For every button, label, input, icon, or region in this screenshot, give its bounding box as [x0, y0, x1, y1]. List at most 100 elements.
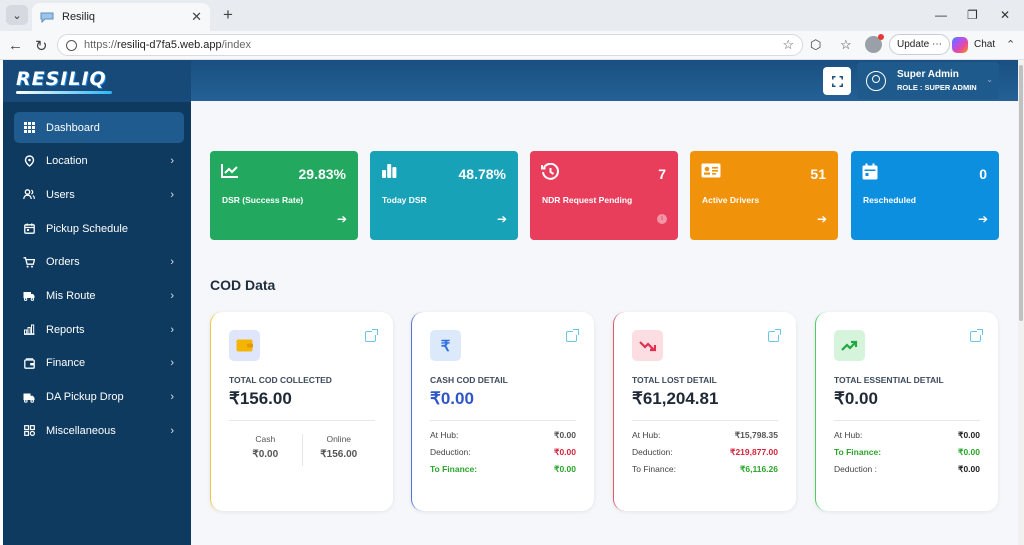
back-arrow-icon[interactable]: ←	[8, 37, 23, 54]
wallet-icon	[229, 330, 260, 361]
sidebar-item-label: Pickup Schedule	[46, 222, 128, 235]
favorite-star-icon[interactable]: ☆	[782, 37, 794, 53]
rupee-icon: ₹	[430, 330, 461, 361]
info-icon[interactable]: i	[657, 214, 667, 224]
external-link-icon[interactable]	[566, 329, 579, 342]
reload-icon[interactable]: ↻	[35, 37, 48, 55]
external-link-icon[interactable]	[970, 329, 983, 342]
favorites-icon[interactable]: ☆	[840, 37, 852, 53]
sidebar-item-pickup-schedule[interactable]: Pickup Schedule	[14, 213, 184, 244]
detail-row: At Hub: ₹0.00	[834, 430, 980, 440]
divider	[632, 420, 778, 421]
tab-close-icon[interactable]: ✕	[191, 9, 202, 25]
sidebar-item-mis-route[interactable]: Mis Route ›	[14, 280, 184, 311]
detail-row: Deduction: ₹219,877.00	[632, 447, 778, 457]
app-logo: RESILIQ	[16, 68, 112, 94]
stat-value: 48.78%	[458, 166, 506, 182]
stat-label: Today DSR	[382, 195, 427, 205]
sidebar-item-label: Dashboard	[46, 121, 100, 134]
page-scrollbar[interactable]	[1018, 60, 1024, 545]
external-link-icon[interactable]	[768, 329, 781, 342]
restore-icon[interactable]: ❐	[967, 8, 978, 22]
browser-tab-bar: ⌄ Resiliq ✕ + — ❐ ✕	[0, 0, 1024, 31]
new-tab-plus-icon[interactable]: +	[218, 5, 238, 25]
sidebar-item-dashboard[interactable]: Dashboard	[14, 112, 184, 143]
sidebar-item-users[interactable]: Users ›	[14, 179, 184, 210]
sidebar-item-da-pickup-drop[interactable]: DA Pickup Drop ›	[14, 382, 184, 413]
sidebar-item-reports[interactable]: Reports ›	[14, 314, 184, 345]
detail-row: To Finance: ₹6,116.26	[632, 464, 778, 474]
stat-card-ndr-pending[interactable]: 7 NDR Request Pending i	[530, 151, 678, 240]
cod-amount: ₹0.00	[834, 389, 878, 408]
stat-label: Rescheduled	[863, 195, 916, 205]
external-link-icon[interactable]	[365, 329, 378, 342]
stat-card-today-dsr[interactable]: 48.78% Today DSR ➔	[370, 151, 518, 240]
stat-card-dsr[interactable]: 29.83% DSR (Success Rate) ➔	[210, 151, 358, 240]
divider	[229, 420, 375, 421]
fullscreen-button[interactable]	[823, 67, 851, 95]
minimize-icon[interactable]: —	[935, 8, 947, 22]
users-icon	[23, 189, 35, 201]
chevron-right-icon: ›	[170, 424, 174, 437]
sidebar: RESILIQ Dashboard Location › Users › Pic…	[3, 60, 191, 545]
update-button[interactable]: Update ⋯	[889, 34, 951, 55]
divider	[834, 420, 980, 421]
sidebar-item-location[interactable]: Location ›	[14, 146, 184, 177]
extensions-icon[interactable]: ⬡	[810, 37, 821, 53]
chevron-right-icon: ›	[170, 289, 174, 302]
trend-up-icon	[834, 330, 865, 361]
sidebar-item-miscellaneous[interactable]: Miscellaneous ›	[14, 415, 184, 446]
profile-avatar[interactable]	[865, 34, 884, 53]
tab-list-chevron-icon[interactable]: ⌄	[6, 5, 28, 25]
sidebar-item-label: Reports	[46, 323, 85, 336]
divider	[430, 420, 576, 421]
window-close-icon[interactable]: ✕	[1000, 8, 1010, 22]
stat-card-active-drivers[interactable]: 51 Active Drivers ➔	[690, 151, 838, 240]
browser-tab[interactable]: Resiliq ✕	[32, 3, 210, 31]
arrow-right-icon[interactable]: ➔	[497, 212, 507, 226]
sidebar-item-finance[interactable]: Finance ›	[14, 348, 184, 379]
cash-column: Cash ₹0.00	[229, 434, 302, 466]
truck-icon	[23, 391, 35, 403]
detail-row: To Finance: ₹0.00	[430, 464, 576, 474]
sidebar-item-label: Location	[46, 155, 88, 168]
cod-label: CASH COD DETAIL	[430, 375, 508, 385]
url-field[interactable]: https://resiliq-d7fa5.web.app/index ☆	[57, 34, 803, 56]
arrow-right-icon[interactable]: ➔	[817, 212, 827, 226]
arrow-right-icon[interactable]: ➔	[978, 212, 988, 226]
stat-card-rescheduled[interactable]: 0 Rescheduled ➔	[851, 151, 999, 240]
stat-label: Active Drivers	[702, 195, 760, 205]
cod-amount: ₹61,204.81	[632, 389, 719, 408]
copilot-chat-button[interactable]: Chat	[952, 34, 995, 55]
calendar-icon	[23, 223, 35, 235]
copilot-icon	[952, 36, 968, 53]
sidebar-toggle-chevron-icon[interactable]: ⌃	[1006, 38, 1015, 51]
sidebar-item-label: Miscellaneous	[46, 424, 116, 437]
bar-chart-icon	[381, 163, 397, 182]
detail-row: To Finance: ₹0.00	[834, 447, 980, 457]
scrollbar-thumb[interactable]	[1019, 65, 1023, 321]
cod-card-cash-detail: ₹ CASH COD DETAIL ₹0.00 At Hub: ₹0.00 Ded…	[411, 312, 594, 511]
section-title: COD Data	[210, 277, 276, 293]
stat-label: DSR (Success Rate)	[222, 195, 304, 205]
detail-row: At Hub: ₹15,798.35	[632, 430, 778, 440]
apps-icon	[23, 425, 35, 437]
sidebar-item-orders[interactable]: Orders ›	[14, 247, 184, 278]
chevron-right-icon: ›	[170, 256, 174, 269]
split-value: ₹0.00	[252, 449, 279, 460]
cash-online-split: Cash ₹0.00 Online ₹156.00	[229, 434, 375, 466]
url-text: https://resiliq-d7fa5.web.app/index	[84, 39, 251, 51]
split-label: Online	[326, 434, 352, 444]
user-role: ROLE : SUPER ADMIN	[897, 83, 977, 92]
sidebar-menu: Dashboard Location › Users › Pickup Sche…	[3, 102, 191, 446]
sidebar-item-label: Users	[46, 188, 75, 201]
user-menu[interactable]: Super Admin ROLE : SUPER ADMIN ⌄	[857, 62, 999, 99]
logo-area[interactable]: RESILIQ	[3, 60, 191, 102]
id-card-icon	[701, 163, 721, 181]
cod-label: TOTAL COD COLLECTED	[229, 375, 332, 385]
arrow-right-icon[interactable]: ➔	[337, 212, 347, 226]
detail-row: Deduction: ₹0.00	[430, 447, 576, 457]
user-name: Super Admin	[897, 69, 959, 80]
site-info-icon[interactable]	[66, 39, 77, 51]
trend-down-icon	[632, 330, 663, 361]
